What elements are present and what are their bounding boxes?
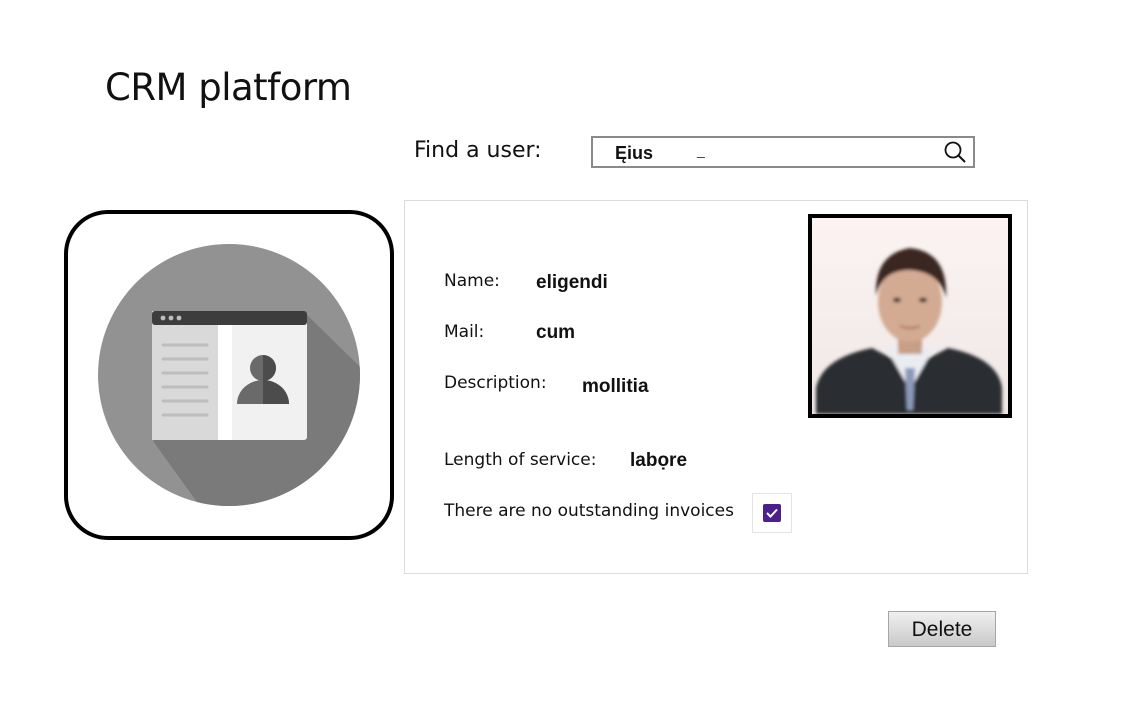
length-of-service-label: Length of service:	[444, 450, 597, 470]
search-input[interactable]: Ęius _	[591, 136, 975, 168]
name-label: Name:	[444, 271, 500, 291]
delete-button[interactable]: Delete	[888, 611, 996, 647]
app-title: CRM platform	[105, 66, 352, 109]
mail-label: Mail:	[444, 322, 485, 342]
find-user-label: Find a user:	[414, 138, 542, 163]
user-photo	[808, 214, 1012, 418]
contact-card-icon	[98, 244, 360, 506]
description-label: Description:	[444, 373, 547, 393]
description-value: mollitia	[582, 376, 649, 397]
search-icon[interactable]	[943, 140, 967, 164]
user-details-card: Name: eligendi Mail: cum Description: mo…	[404, 200, 1028, 574]
invoices-checkbox[interactable]	[763, 504, 781, 522]
mail-value: cum	[536, 322, 576, 343]
check-icon	[766, 508, 778, 518]
name-value: eligendi	[536, 272, 608, 293]
invoices-label: There are no outstanding invoices	[444, 501, 734, 521]
invoices-checkbox-container	[752, 493, 792, 533]
search-caret: _	[697, 142, 705, 158]
length-of-service-value: labọre	[630, 450, 688, 471]
user-portrait-image	[812, 218, 1008, 414]
search-value: Ęius	[615, 143, 654, 163]
profile-icon-frame	[64, 210, 394, 540]
